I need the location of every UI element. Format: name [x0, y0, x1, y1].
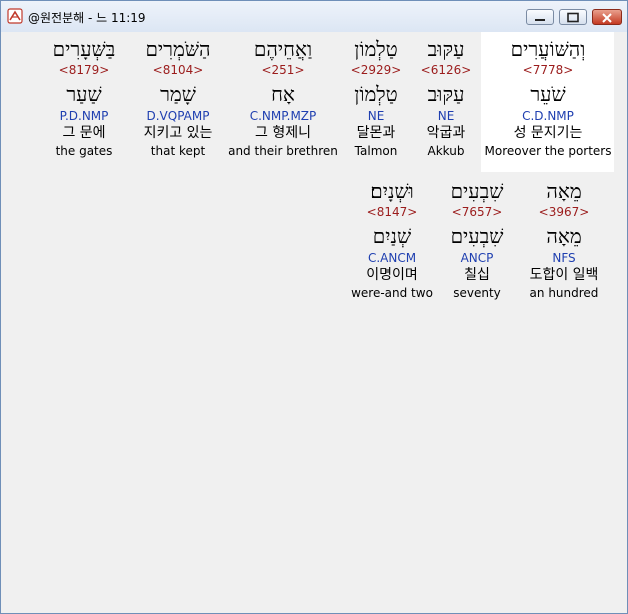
english-gloss: the gates	[55, 144, 113, 158]
morphology-code: C.ANCM	[367, 251, 417, 265]
hebrew-lemma: שַׁעַר	[66, 82, 102, 106]
english-gloss: were-and two	[351, 286, 433, 300]
word-column-8147[interactable]: וּשְׁנָיִם׃ <8147> שְׁנַיִם C.ANCM 이명이며 …	[327, 178, 457, 301]
morphology-code: P.D.NMP	[59, 109, 109, 123]
hebrew-word: וּשְׁנָיִם׃	[370, 179, 414, 203]
strong-number[interactable]: <8147>	[327, 204, 457, 220]
strong-number[interactable]: <8179>	[19, 62, 149, 78]
maximize-icon	[567, 12, 579, 23]
maximize-button[interactable]	[559, 9, 587, 25]
verse-analysis-panel: וְהַשּׁוֹעֲרִים <7778> שֹׁעֵר C.D.NMP 성 …	[7, 32, 622, 609]
korean-gloss: 이명이며	[366, 267, 418, 283]
hebrew-lemma: שְׁנַיִם	[372, 224, 412, 248]
close-button[interactable]	[592, 9, 622, 25]
minimize-button[interactable]	[526, 9, 554, 25]
hebrew-word: בַּשְּׁעָרִים	[52, 37, 116, 61]
window-title: @원전분해 - 느 11:19	[28, 11, 146, 25]
word-column-8179[interactable]: בַּשְּׁעָרִים <8179> שַׁעַר P.D.NMP 그 문에…	[19, 36, 149, 159]
close-icon	[602, 13, 612, 23]
minimize-icon	[535, 19, 545, 21]
app-icon	[7, 8, 23, 24]
app-window: @원전분해 - 느 11:19 וְהַשּׁוֹעֲרִים <7778> ש…	[0, 0, 628, 614]
korean-gloss: 그 문에	[62, 125, 106, 141]
title-bar[interactable]: @원전분해 - 느 11:19	[1, 1, 627, 32]
